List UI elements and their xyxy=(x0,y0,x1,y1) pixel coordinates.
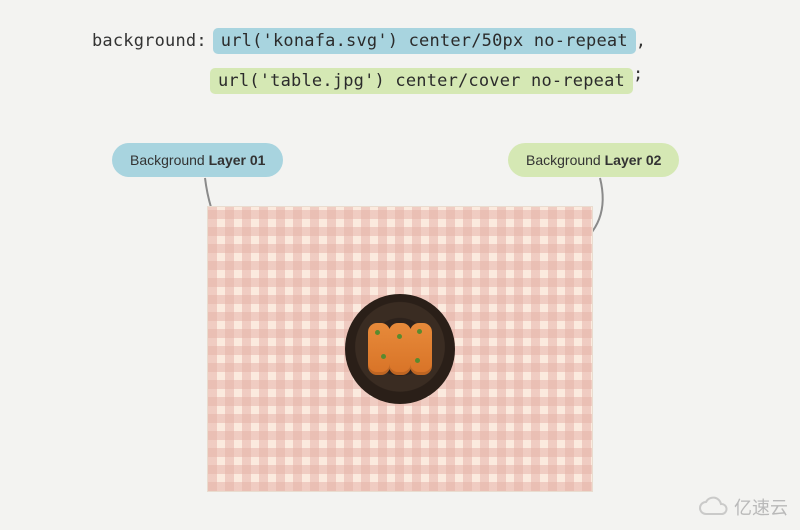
plate-icon xyxy=(345,294,455,404)
layer-2-label-bold: Layer 02 xyxy=(605,152,662,168)
layer-1-label: Background Layer 01 xyxy=(112,143,283,177)
cloud-icon xyxy=(698,496,728,518)
preview-box xyxy=(207,206,593,492)
layer-2-value: url('table.jpg') center/cover no-repeat xyxy=(210,68,633,94)
layer-1-label-bold: Layer 01 xyxy=(209,152,266,168)
konafa-icon xyxy=(369,320,431,378)
separator: , xyxy=(636,31,646,51)
css-property: background: xyxy=(92,31,213,51)
layer-1-label-pre: Background xyxy=(130,152,209,168)
layer-2-label-pre: Background xyxy=(526,152,605,168)
watermark: 亿速云 xyxy=(698,494,788,520)
layer-1-value: url('konafa.svg') center/50px no-repeat xyxy=(213,28,636,54)
terminator: ; xyxy=(633,64,643,84)
watermark-text: 亿速云 xyxy=(734,494,788,520)
css-declaration: background: url('konafa.svg') center/50p… xyxy=(92,28,646,94)
layer-2-label: Background Layer 02 xyxy=(508,143,679,177)
